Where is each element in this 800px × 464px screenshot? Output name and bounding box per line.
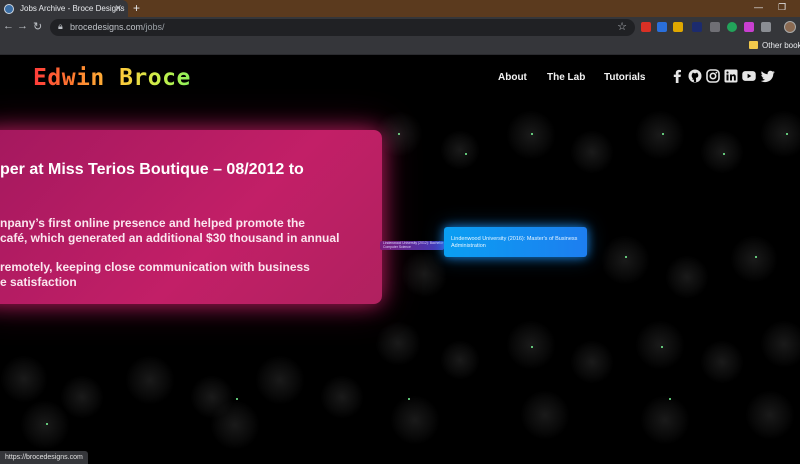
timeline-connector[interactable]: Lindenwood University (2012): Bachelor's…	[380, 241, 463, 250]
bokeh-light	[745, 390, 795, 440]
extension-icon[interactable]	[744, 22, 754, 32]
bookmark-star-icon[interactable]: ☆	[617, 20, 627, 33]
sparkle	[531, 346, 533, 348]
new-tab-icon[interactable]: +	[133, 1, 140, 15]
sparkle	[662, 133, 664, 135]
sparkle	[625, 256, 627, 258]
puzzle-icon[interactable]	[761, 22, 771, 32]
sparkle	[465, 153, 467, 155]
bokeh-light	[440, 130, 480, 170]
bokeh-light	[506, 320, 556, 370]
restore-icon[interactable]: ❐	[778, 2, 786, 13]
extension-icon[interactable]	[673, 22, 683, 32]
bokeh-light	[635, 320, 685, 370]
webpage: Edwin Broce About The Lab Tutorials per …	[0, 55, 800, 464]
job-description-line: café, which generated an additional $30 …	[0, 231, 340, 245]
sparkle	[661, 346, 663, 348]
browser-toolbar: ← → ↻ 🔒︎ brocedesigns.com/jobs/ ☆	[0, 17, 800, 38]
abp-extension-icon[interactable]	[641, 22, 651, 32]
sparkle	[408, 398, 410, 400]
url-text: brocedesigns.com/jobs/	[70, 22, 165, 32]
lock-icon: 🔒︎	[58, 21, 63, 31]
close-tab-icon[interactable]: ✕	[114, 3, 122, 14]
job-title: per at Miss Terios Boutique – 08/2012 to	[0, 161, 304, 178]
facebook-icon[interactable]	[670, 69, 684, 83]
education-card[interactable]: Lindenwood University (2016): Master's o…	[444, 227, 587, 257]
job-description-line: remotely, keeping close communication wi…	[0, 260, 310, 274]
sparkle	[723, 153, 725, 155]
bokeh-light	[320, 375, 364, 419]
browser-tab-strip: Jobs Archive - Broce Designs ✕ + — ❐	[0, 0, 800, 17]
bokeh-light	[570, 340, 614, 384]
job-description-line: npany’s first online presence and helped…	[0, 216, 305, 230]
nav-tutorials[interactable]: Tutorials	[604, 72, 645, 83]
grammarly-icon[interactable]	[727, 22, 737, 32]
bokeh-light	[635, 110, 685, 160]
bokeh-light	[665, 255, 709, 299]
browser-tab[interactable]: Jobs Archive - Broce Designs ✕	[0, 0, 128, 17]
instagram-icon[interactable]	[706, 69, 720, 83]
bokeh-light	[400, 250, 448, 298]
sparkle	[786, 133, 788, 135]
bokeh-light	[255, 355, 305, 405]
nav-the-lab[interactable]: The Lab	[547, 72, 585, 83]
forward-icon[interactable]: →	[17, 20, 28, 32]
status-bar: https://brocedesigns.com	[0, 451, 88, 464]
bokeh-light	[506, 110, 556, 160]
bokeh-light	[520, 390, 570, 440]
bokeh-light	[640, 395, 690, 445]
extension-icon[interactable]	[657, 22, 667, 32]
bokeh-light	[570, 130, 614, 174]
extension-icon[interactable]	[710, 22, 720, 32]
job-description-line: e satisfaction	[0, 275, 77, 289]
wordpress-icon	[4, 3, 14, 14]
github-icon[interactable]	[688, 69, 702, 83]
sparkle	[531, 133, 533, 135]
bokeh-light	[760, 110, 800, 158]
tab-title: Jobs Archive - Broce Designs	[20, 4, 125, 13]
youtube-icon[interactable]	[742, 69, 756, 83]
bokeh-light	[600, 235, 650, 285]
other-bookmarks[interactable]: Other bookm	[762, 41, 800, 50]
sparkle	[46, 423, 48, 425]
nav-about[interactable]: About	[498, 72, 527, 83]
job-card: per at Miss Terios Boutique – 08/2012 to…	[0, 130, 382, 304]
bokeh-light	[125, 355, 175, 405]
twitter-icon[interactable]	[761, 69, 775, 83]
sparkle	[236, 398, 238, 400]
folder-icon	[749, 41, 758, 49]
minimize-icon[interactable]: —	[754, 2, 763, 12]
bokeh-light	[730, 235, 778, 283]
bookmarks-bar: Other bookm	[0, 38, 800, 55]
reload-icon[interactable]: ↻	[33, 20, 42, 33]
address-bar[interactable]: 🔒︎ brocedesigns.com/jobs/ ☆	[50, 19, 635, 36]
bokeh-light	[700, 340, 744, 384]
bokeh-light	[20, 400, 70, 450]
back-icon[interactable]: ←	[3, 20, 14, 32]
bokeh-light	[0, 355, 48, 403]
profile-avatar[interactable]	[784, 21, 796, 33]
education-label: Lindenwood University (2016): Master's o…	[451, 236, 578, 249]
sparkle	[669, 398, 671, 400]
linkedin-icon[interactable]	[724, 69, 738, 83]
bokeh-light	[440, 340, 480, 380]
extension-icon[interactable]	[692, 22, 702, 32]
bokeh-light	[700, 130, 744, 174]
bokeh-light	[390, 395, 440, 445]
bokeh-light	[375, 320, 421, 366]
bokeh-light	[760, 320, 800, 368]
sparkle	[755, 256, 757, 258]
bokeh-light	[210, 400, 260, 450]
sparkle	[398, 133, 400, 135]
site-logo[interactable]: Edwin Broce	[33, 65, 191, 91]
